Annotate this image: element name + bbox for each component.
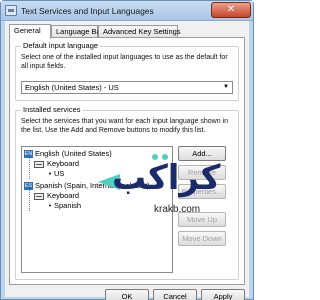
tree-item-language-english[interactable]: EN English (United States) [24, 149, 112, 159]
default-input-language-label: Default input language [21, 41, 101, 50]
installed-services-label: Installed services [21, 105, 83, 114]
apply-button[interactable]: Apply [201, 289, 245, 300]
remove-button[interactable]: Remove [178, 165, 226, 180]
tab-strip: General Language Bar Advanced Key Settin… [9, 24, 245, 39]
installed-services-tree[interactable]: EN English (United States) Keyboard • US E… [21, 146, 173, 273]
general-tab-panel: Default input language Select one of the… [9, 37, 245, 285]
default-language-dropdown[interactable]: English (United States) - US ▼ [21, 81, 233, 94]
tree-item-language-spanish[interactable]: ES Spanish (Spain, International Sort) [24, 181, 150, 191]
keyboard-icon [34, 192, 44, 200]
tree-layout-label: Spanish [54, 201, 82, 210]
default-input-language-group: Default input language Select one of the… [15, 41, 239, 101]
tree-language-label: English (United States) [35, 149, 112, 158]
tree-item-layout-us[interactable]: • US [46, 169, 65, 179]
dialog-window: Text Services and Input Languages ✕ Gene… [0, 0, 254, 300]
tree-language-label: Spanish (Spain, International Sort) [35, 181, 150, 190]
chevron-down-icon[interactable]: ▼ [220, 82, 232, 93]
tree-item-category-keyboard[interactable]: Keyboard [34, 159, 79, 169]
installed-services-description: Select the services that you want for ea… [21, 118, 229, 134]
tab-general[interactable]: General [9, 24, 51, 39]
window-title: Text Services and Input Languages [21, 6, 154, 16]
tree-layout-label: US [54, 169, 65, 178]
tree-connector-line [29, 190, 30, 211]
cancel-button[interactable]: Cancel [153, 289, 197, 300]
bullet-icon: • [48, 171, 52, 178]
default-input-language-description: Select one of the installed input langua… [21, 54, 228, 70]
installed-services-group: Installed services Select the services t… [15, 105, 239, 280]
move-down-button[interactable]: Move Down [178, 231, 226, 246]
language-badge-icon: ES [24, 182, 33, 191]
default-language-selected: English (United States) - US [25, 83, 119, 92]
tree-category-label: Keyboard [47, 159, 80, 168]
ok-button[interactable]: OK [105, 289, 149, 300]
title-bar[interactable]: Text Services and Input Languages ✕ [1, 1, 253, 21]
properties-button[interactable]: Properties... [178, 184, 226, 199]
tree-item-category-keyboard[interactable]: Keyboard [34, 191, 79, 201]
keyboard-icon [34, 160, 44, 168]
tree-category-label: Keyboard [47, 191, 80, 200]
keyboard-app-icon [5, 5, 17, 16]
language-badge-icon: EN [24, 150, 33, 159]
close-button[interactable]: ✕ [211, 2, 251, 18]
add-button[interactable]: Add... [178, 146, 226, 161]
move-up-button[interactable]: Move Up [178, 212, 226, 227]
dialog-client-area: General Language Bar Advanced Key Settin… [5, 21, 249, 300]
tree-connector-line [29, 158, 30, 179]
bullet-icon: • [48, 203, 52, 210]
tree-item-layout-spanish[interactable]: • Spanish [46, 201, 81, 211]
